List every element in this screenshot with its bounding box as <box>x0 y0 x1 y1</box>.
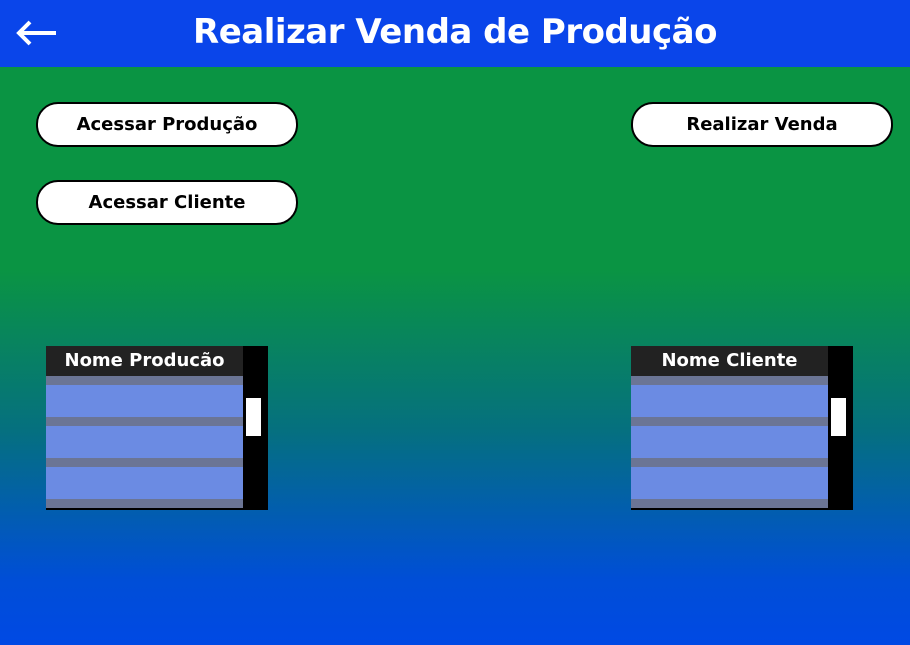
app-header: Realizar Venda de Produção <box>0 0 910 67</box>
list-divider <box>631 458 828 467</box>
list-divider <box>46 376 243 385</box>
list-item[interactable] <box>631 385 828 417</box>
list-item[interactable] <box>46 467 243 499</box>
acessar-producao-button[interactable]: Acessar Produção <box>36 102 298 147</box>
list-item[interactable] <box>46 385 243 417</box>
cliente-scrollbar[interactable] <box>828 346 853 510</box>
producao-scroll-thumb[interactable] <box>246 398 261 436</box>
list-item[interactable] <box>631 426 828 458</box>
list-item[interactable] <box>631 467 828 499</box>
page-title: Realizar Venda de Produção <box>193 12 717 52</box>
producao-scrollbar[interactable] <box>243 346 268 510</box>
cliente-scroll-thumb[interactable] <box>831 398 846 436</box>
producao-list: Nome Producão <box>46 346 268 510</box>
cliente-list-body <box>631 376 828 508</box>
realizar-venda-button[interactable]: Realizar Venda <box>631 102 893 147</box>
list-divider <box>46 458 243 467</box>
cliente-list: Nome Cliente <box>631 346 853 510</box>
list-divider <box>46 417 243 426</box>
list-divider <box>631 417 828 426</box>
acessar-cliente-button[interactable]: Acessar Cliente <box>36 180 298 225</box>
list-divider <box>631 499 828 508</box>
list-divider <box>631 376 828 385</box>
cliente-list-header: Nome Cliente <box>631 346 828 376</box>
producao-list-body <box>46 376 243 508</box>
producao-list-header: Nome Producão <box>46 346 243 376</box>
list-divider <box>46 499 243 508</box>
list-item[interactable] <box>46 426 243 458</box>
